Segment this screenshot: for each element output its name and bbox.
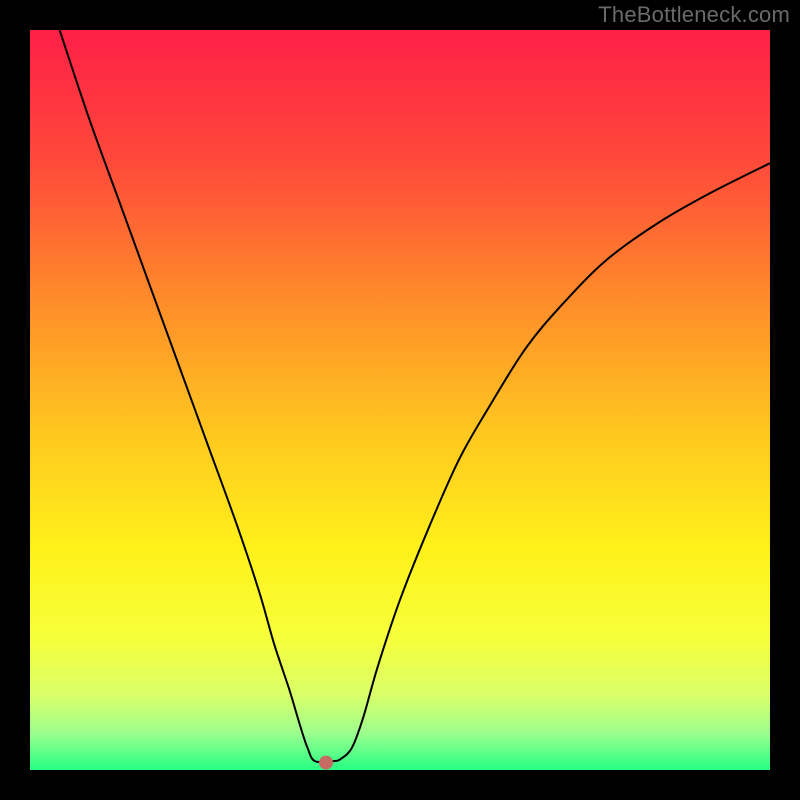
minimum-marker (319, 756, 333, 770)
watermark-text: TheBottleneck.com (598, 2, 790, 28)
bottleneck-chart (0, 0, 800, 800)
chart-frame: { "watermark": "TheBottleneck.com", "cha… (0, 0, 800, 800)
plot-background (30, 30, 770, 770)
